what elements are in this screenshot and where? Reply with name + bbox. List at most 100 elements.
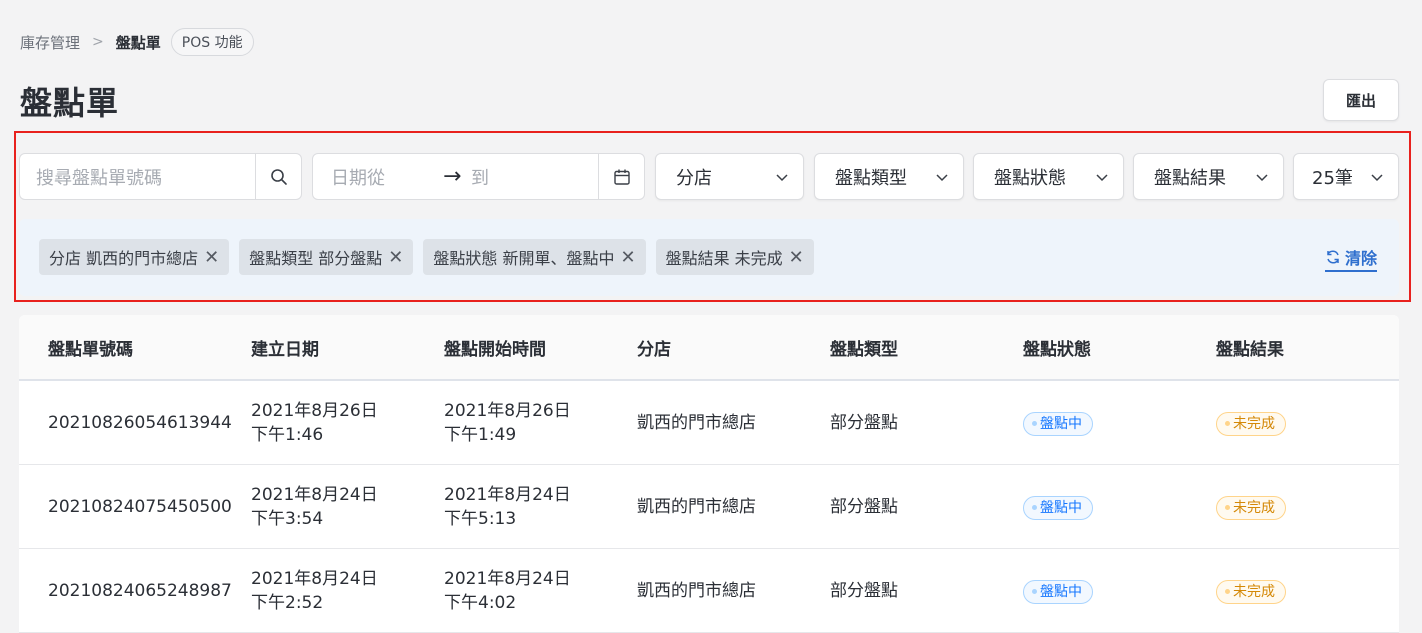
row-created: 2021年8月24日 下午2:52 [221,567,414,615]
row-created-time: 下午3:54 [251,508,324,529]
table-row[interactable]: 20210824075450500 2021年8月24日 下午3:54 2021年… [19,465,1399,549]
filter-chip-label: 盤點類型 部分盤點 [249,249,383,268]
row-status: 盤點中 [993,493,1186,520]
filter-chip-branch: 分店 凱西的門市總店 ✕ [39,239,230,275]
filter-chip-label: 分店 凱西的門市總店 [49,249,199,268]
result-badge-label: 未完成 [1233,415,1275,432]
row-created-time: 下午1:46 [251,424,324,445]
search-icon[interactable] [255,154,301,199]
row-id[interactable]: 20210824065248987 [19,579,232,603]
close-icon[interactable]: ✕ [204,247,219,268]
status-badge-label: 盤點中 [1040,499,1082,516]
column-header-id: 盤點單號碼 [48,339,133,360]
export-button[interactable]: 匯出 [1323,79,1399,121]
count-result-select-label: 盤點結果 [1154,167,1226,189]
row-start-time: 下午1:49 [444,424,517,445]
page-title: 盤點單 [20,84,120,122]
row-created-time: 下午2:52 [251,592,324,613]
result-dot-icon [1225,421,1230,427]
row-type: 部分盤點 [830,412,898,433]
row-result: 未完成 [1186,409,1399,436]
result-badge: 未完成 [1216,579,1286,604]
row-result: 未完成 [1186,493,1399,520]
status-badge-label: 盤點中 [1040,415,1082,432]
result-badge-label: 未完成 [1233,583,1275,600]
status-badge-label: 盤點中 [1040,583,1082,600]
count-type-select[interactable]: 盤點類型 [814,153,964,200]
column-header-type: 盤點類型 [830,339,898,360]
search-input[interactable]: 搜尋盤點單號碼 [19,153,302,200]
breadcrumb-current: 盤點單 [115,33,161,52]
table-row[interactable]: 20210826054613944 2021年8月26日 下午1:46 2021年… [19,381,1399,465]
column-header-result: 盤點結果 [1216,339,1284,360]
close-icon[interactable]: ✕ [388,247,403,268]
chevron-down-icon [1371,173,1383,181]
count-type-select-label: 盤點類型 [835,167,907,189]
row-start: 2021年8月26日 下午1:49 [414,399,607,447]
row-start-time: 下午4:02 [444,592,517,613]
count-status-select[interactable]: 盤點狀態 [973,153,1124,200]
page-size-select-label: 25筆 [1312,167,1353,189]
status-badge: 盤點中 [1023,495,1093,520]
row-start-date: 2021年8月24日 [444,484,571,505]
row-branch: 凱西的門市總店 [637,580,756,601]
status-badge: 盤點中 [1023,579,1093,604]
refresh-icon [1327,250,1339,264]
calendar-icon[interactable] [598,154,644,199]
row-result: 未完成 [1186,577,1399,604]
status-dot-icon [1032,589,1037,595]
clear-filters-button[interactable]: 清除 [1324,245,1377,272]
row-type: 部分盤點 [830,496,898,517]
chevron-right-icon: > [92,34,104,50]
result-badge-label: 未完成 [1233,499,1275,516]
row-created-date: 2021年8月24日 [251,568,378,589]
row-start-date: 2021年8月24日 [444,568,571,589]
breadcrumb: 庫存管理 > 盤點單 POS 功能 [20,28,254,56]
row-id[interactable]: 20210824075450500 [19,495,232,519]
column-header-start-time: 盤點開始時間 [444,339,546,360]
chevron-down-icon [936,173,948,181]
row-start: 2021年8月24日 下午4:02 [414,567,607,615]
branch-select-label: 分店 [676,167,712,189]
row-created-date: 2021年8月26日 [251,400,378,421]
column-header-branch: 分店 [637,339,671,360]
row-status: 盤點中 [993,409,1186,436]
filter-chip-result: 盤點結果 未完成 ✕ [655,239,814,275]
chevron-down-icon [1096,173,1108,181]
row-start-date: 2021年8月26日 [444,400,571,421]
row-status: 盤點中 [993,577,1186,604]
row-start: 2021年8月24日 下午5:13 [414,483,607,531]
status-dot-icon [1032,421,1037,427]
pos-feature-tag: POS 功能 [170,28,254,56]
filter-chip-label: 盤點狀態 新開單、盤點中 [433,249,615,268]
arrow-right-icon: → [443,164,462,189]
chevron-down-icon [1256,173,1268,181]
close-icon[interactable]: ✕ [789,247,804,268]
filter-chip-status: 盤點狀態 新開單、盤點中 ✕ [423,239,646,275]
filter-chip-type: 盤點類型 部分盤點 ✕ [239,239,414,275]
column-header-status: 盤點狀態 [1023,339,1091,360]
row-id[interactable]: 20210826054613944 [19,411,232,435]
row-created-date: 2021年8月24日 [251,484,378,505]
count-status-select-label: 盤點狀態 [994,167,1066,189]
page-size-select[interactable]: 25筆 [1293,153,1399,200]
close-icon[interactable]: ✕ [620,247,635,268]
row-branch: 凱西的門市總店 [637,496,756,517]
search-placeholder: 搜尋盤點單號碼 [36,167,162,189]
stocktake-table: 盤點單號碼 建立日期 盤點開始時間 分店 盤點類型 盤點狀態 盤點結果 2021… [19,315,1399,633]
result-dot-icon [1225,505,1230,511]
date-from-placeholder: 日期從 [331,167,385,189]
date-to-placeholder: 到 [471,167,489,189]
status-dot-icon [1032,505,1037,511]
result-badge: 未完成 [1216,411,1286,436]
status-badge: 盤點中 [1023,411,1093,436]
filter-chip-label: 盤點結果 未完成 [665,249,783,268]
table-row[interactable]: 20210824065248987 2021年8月24日 下午2:52 2021年… [19,549,1399,633]
count-result-select[interactable]: 盤點結果 [1133,153,1284,200]
active-filters-bar: 分店 凱西的門市總店 ✕ 盤點類型 部分盤點 ✕ 盤點狀態 新開單、盤點中 ✕ … [19,219,1399,296]
breadcrumb-inventory-link[interactable]: 庫存管理 [20,32,80,53]
date-range-picker[interactable]: 日期從 → 到 [312,153,645,200]
table-header: 盤點單號碼 建立日期 盤點開始時間 分店 盤點類型 盤點狀態 盤點結果 [19,315,1399,381]
branch-select[interactable]: 分店 [655,153,804,200]
chevron-down-icon [776,173,788,181]
